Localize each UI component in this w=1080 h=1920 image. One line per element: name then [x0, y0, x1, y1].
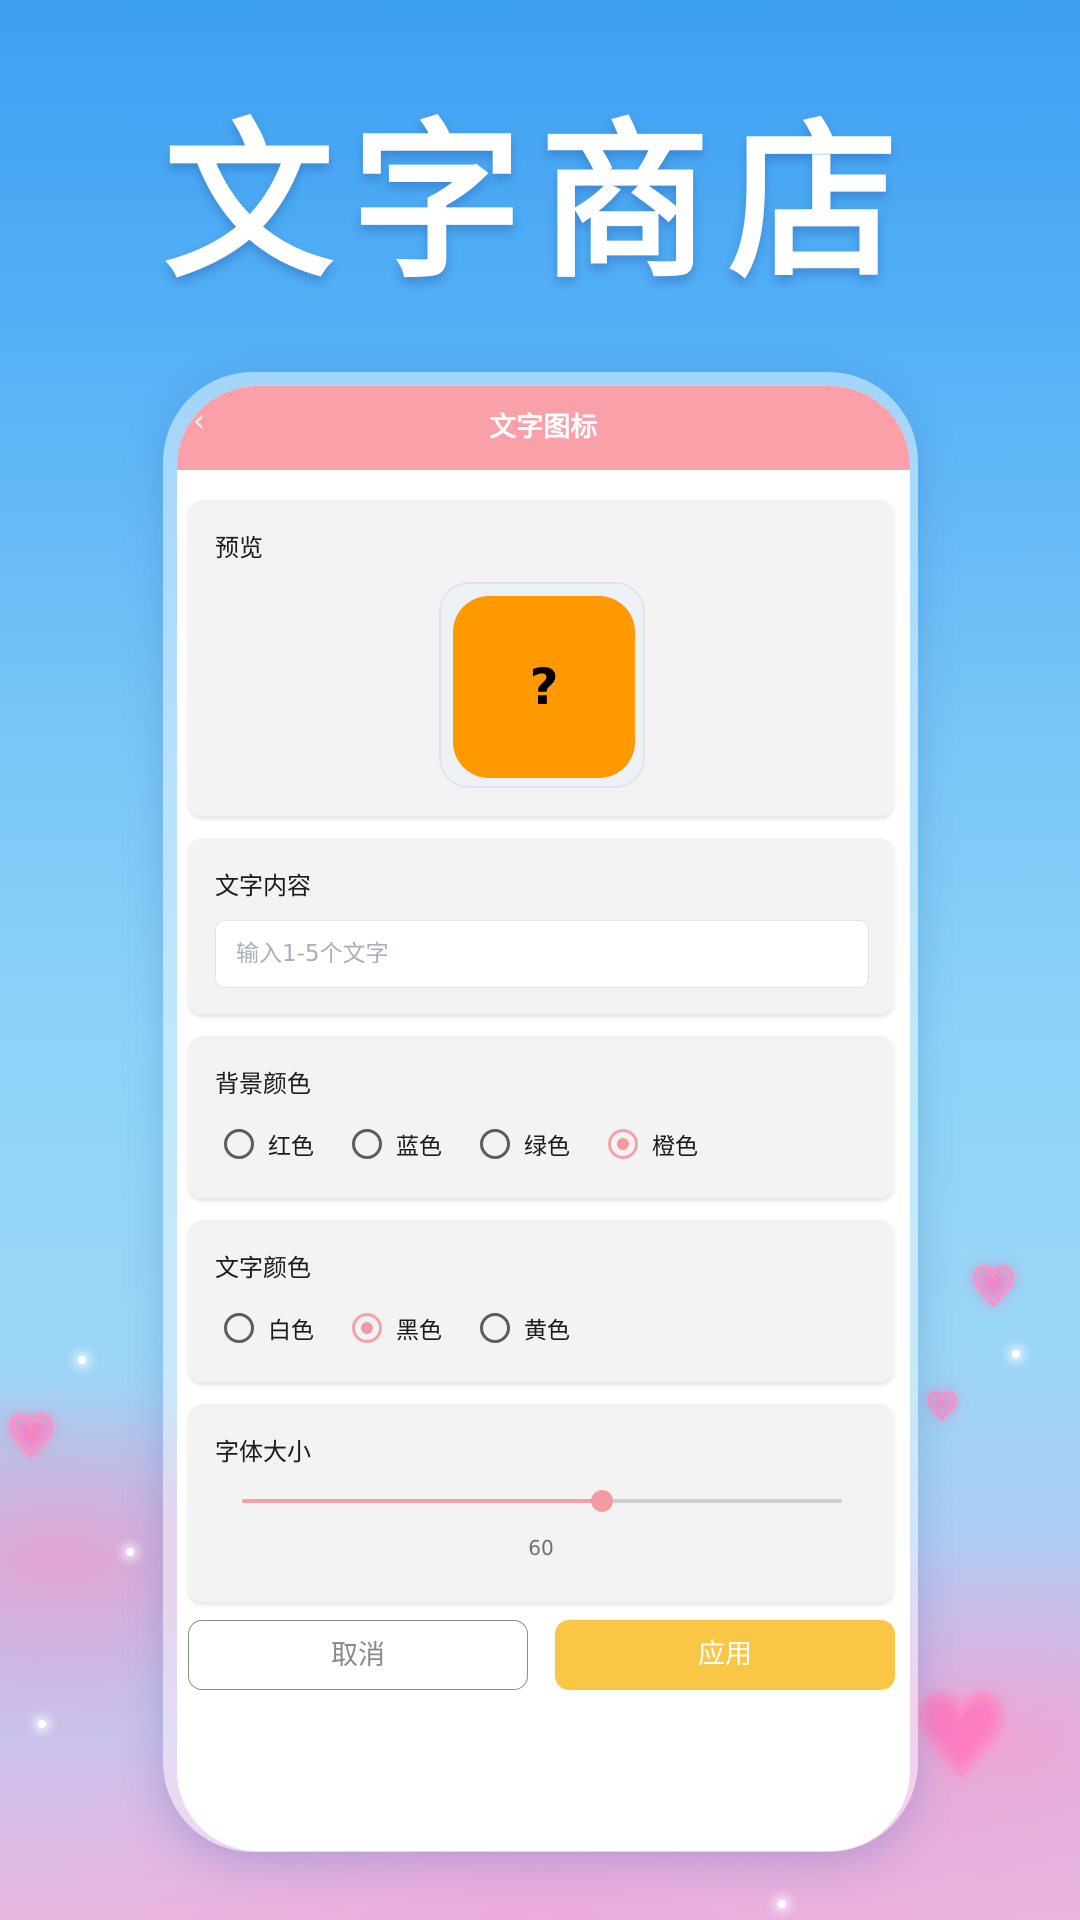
- radio-button[interactable]: [224, 1129, 254, 1159]
- page-title: 文字图标: [489, 412, 598, 443]
- text-color-card: 文字颜色 白色 黑色 黄色: [188, 1220, 894, 1382]
- radio-label: 橙色: [652, 1134, 698, 1160]
- font-size-label: 字体大小: [215, 1438, 311, 1466]
- radio-label: 红色: [268, 1134, 314, 1160]
- font-size-slider[interactable]: [242, 1490, 842, 1512]
- background-color-card: 背景颜色 红色 蓝色 绿色 橙色: [188, 1036, 894, 1198]
- bg-color-option-red[interactable]: 红色: [224, 1127, 352, 1161]
- sparkle-decoration: [126, 1548, 134, 1556]
- bg-color-option-orange[interactable]: 橙色: [608, 1127, 736, 1161]
- radio-label: 白色: [268, 1318, 314, 1344]
- text-content-card: 文字内容: [188, 838, 894, 1014]
- preview-label: 预览: [215, 534, 263, 562]
- background-color-label: 背景颜色: [215, 1070, 311, 1098]
- radio-button[interactable]: [480, 1313, 510, 1343]
- radio-label: 绿色: [524, 1134, 570, 1160]
- text-color-label: 文字颜色: [215, 1254, 311, 1282]
- preview-card: 预览 ?: [188, 500, 894, 816]
- radio-label: 黄色: [524, 1318, 570, 1344]
- radio-button[interactable]: [480, 1129, 510, 1159]
- apply-button[interactable]: 应用: [555, 1620, 895, 1690]
- font-size-value: 60: [528, 1536, 554, 1560]
- cancel-button[interactable]: 取消: [188, 1620, 528, 1690]
- sparkle-decoration: [1012, 1350, 1020, 1358]
- hero-title: 文字商店: [163, 104, 916, 302]
- sparkle-decoration: [38, 1720, 46, 1728]
- sparkle-decoration: [78, 1356, 86, 1364]
- heart-decoration-icon: ♥: [969, 1258, 1019, 1318]
- sparkle-decoration: [778, 1900, 786, 1908]
- text-color-option-white[interactable]: 白色: [224, 1311, 352, 1345]
- preview-frame: ?: [439, 582, 645, 788]
- app-bar: ‹ 文字图标: [177, 386, 910, 470]
- heart-decoration-icon: ♥: [924, 1387, 959, 1428]
- font-size-card: 字体大小 60: [188, 1404, 894, 1602]
- text-content-label: 文字内容: [215, 872, 311, 900]
- text-content-input[interactable]: [215, 920, 869, 988]
- text-color-options: 白色 黑色 黄色: [224, 1310, 608, 1346]
- bg-color-option-green[interactable]: 绿色: [480, 1127, 608, 1161]
- background-color-options: 红色 蓝色 绿色 橙色: [224, 1126, 736, 1162]
- heart-decoration-icon: ♥: [911, 1673, 1013, 1801]
- radio-button-selected[interactable]: [608, 1129, 638, 1159]
- text-color-option-yellow[interactable]: 黄色: [480, 1311, 608, 1345]
- radio-button[interactable]: [224, 1313, 254, 1343]
- slider-fill: [242, 1499, 602, 1503]
- radio-button[interactable]: [352, 1129, 382, 1159]
- radio-button-selected[interactable]: [352, 1313, 382, 1343]
- heart-decoration-icon: ♥: [4, 1405, 57, 1470]
- text-color-option-black[interactable]: 黑色: [352, 1311, 480, 1345]
- bg-color-option-blue[interactable]: 蓝色: [352, 1127, 480, 1161]
- radio-label: 蓝色: [396, 1134, 442, 1160]
- preview-text-icon: ?: [453, 596, 635, 778]
- radio-label: 黑色: [396, 1318, 442, 1344]
- slider-thumb[interactable]: [591, 1490, 613, 1512]
- app-screen: ‹ 文字图标 预览 ? 文字内容 背景颜色 红色 蓝色 绿色: [177, 386, 910, 1851]
